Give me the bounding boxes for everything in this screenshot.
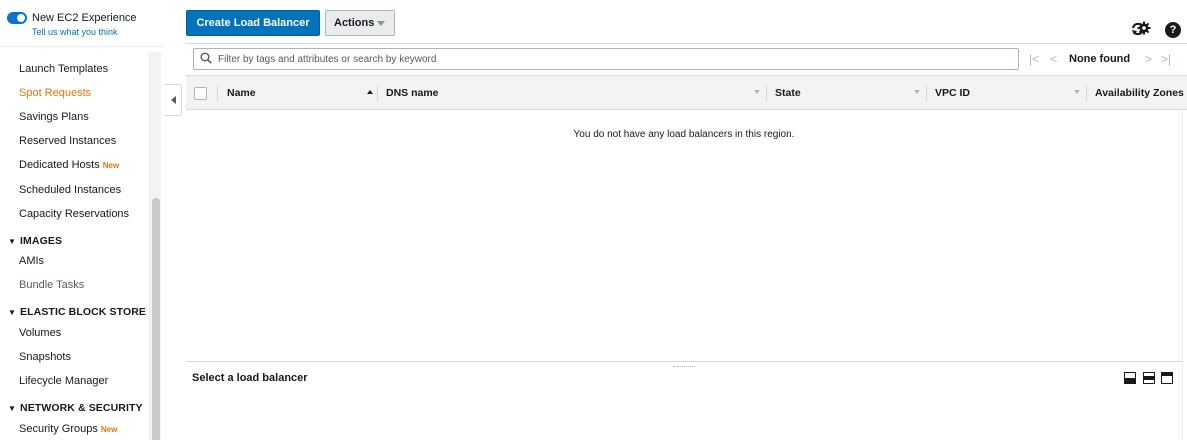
feedback-link[interactable]: Tell us what you think xyxy=(32,26,137,38)
empty-table-message: You do not have any load balancers in th… xyxy=(573,129,795,140)
new-badge: New xyxy=(100,425,118,434)
sidebar-item-capacity-reservations[interactable]: Capacity Reservations xyxy=(19,208,129,220)
actions-dropdown[interactable]: Actions xyxy=(325,10,395,36)
sidebar-item-scheduled-instances[interactable]: Scheduled Instances xyxy=(19,184,121,196)
section-images[interactable]: ▼ IMAGES xyxy=(8,235,62,247)
column-header-availability-zones[interactable]: Availability Zones xyxy=(1095,87,1184,99)
table-header: Name DNS name State VPC ID Availability … xyxy=(186,75,1187,110)
column-header-vpc-id[interactable]: VPC ID xyxy=(935,87,970,99)
sidebar-item-spot-requests[interactable]: Spot Requests xyxy=(19,87,91,99)
section-network-security[interactable]: ▼ NETWORK & SECURITY xyxy=(8,402,143,414)
sidebar-divider xyxy=(0,46,163,47)
sort-icon xyxy=(754,90,760,94)
new-experience-toggle-group: New EC2 Experience Tell us what you thin… xyxy=(7,12,137,38)
details-pane-title: Select a load balancer xyxy=(192,372,308,384)
help-icon[interactable]: ? xyxy=(1165,22,1181,38)
new-badge: New xyxy=(102,161,120,170)
resize-grip-icon[interactable] xyxy=(673,366,695,369)
sidebar-item-amis[interactable]: AMIs xyxy=(19,255,44,267)
layout-bottom-panel-icon[interactable] xyxy=(1124,372,1136,384)
sidebar-item-savings-plans[interactable]: Savings Plans xyxy=(19,111,89,123)
column-header-name[interactable]: Name xyxy=(227,87,256,99)
search-box[interactable] xyxy=(193,48,1019,70)
section-elastic-block-store[interactable]: ▼ ELASTIC BLOCK STORE xyxy=(8,306,146,318)
sidebar-scrollbar[interactable] xyxy=(149,52,161,440)
column-header-dns-name[interactable]: DNS name xyxy=(386,87,439,99)
new-experience-title: New EC2 Experience xyxy=(32,12,137,24)
column-header-state[interactable]: State xyxy=(775,87,801,99)
first-page-icon[interactable]: |< xyxy=(1029,52,1039,66)
sidebar-item-reserved-instances[interactable]: Reserved Instances xyxy=(19,135,116,147)
sidebar-item-label: Security Groups xyxy=(19,423,98,435)
sidebar-item-lifecycle-manager[interactable]: Lifecycle Manager xyxy=(19,375,108,387)
previous-page-icon[interactable]: < xyxy=(1050,52,1057,66)
actions-label: Actions xyxy=(334,17,375,29)
last-page-icon[interactable]: >| xyxy=(1161,52,1171,66)
triangle-down-icon: ▼ xyxy=(8,308,17,317)
sort-icon xyxy=(1074,90,1080,94)
sidebar-item-dedicated-hosts[interactable]: Dedicated Hosts New xyxy=(19,159,119,171)
sidebar-scroll-thumb[interactable] xyxy=(152,198,160,440)
select-all-checkbox[interactable] xyxy=(194,87,207,100)
triangle-down-icon: ▼ xyxy=(8,404,17,413)
search-icon xyxy=(200,52,212,64)
layout-maximize-panel-icon[interactable] xyxy=(1161,372,1173,384)
sidebar-item-bundle-tasks[interactable]: Bundle Tasks xyxy=(19,279,84,291)
table-right-border xyxy=(1182,110,1187,440)
next-page-icon[interactable]: > xyxy=(1145,52,1152,66)
create-load-balancer-button[interactable]: Create Load Balancer xyxy=(186,10,320,36)
chevron-down-icon xyxy=(377,21,385,26)
triangle-down-icon: ▼ xyxy=(8,237,17,246)
layout-split-panel-icon[interactable] xyxy=(1143,372,1155,384)
sidebar: New EC2 Experience Tell us what you thin… xyxy=(0,0,163,440)
sidebar-item-launch-templates[interactable]: Launch Templates xyxy=(19,63,108,75)
new-experience-toggle[interactable] xyxy=(7,12,27,24)
gear-icon[interactable] xyxy=(1136,21,1152,37)
sidebar-item-security-groups[interactable]: Security Groups New xyxy=(19,423,117,435)
sidebar-item-volumes[interactable]: Volumes xyxy=(19,327,61,339)
sidebar-item-label: Dedicated Hosts xyxy=(19,159,100,171)
sort-ascending-icon xyxy=(367,90,373,94)
search-input[interactable] xyxy=(218,49,1008,69)
collapse-sidebar-button[interactable] xyxy=(165,84,182,116)
toolbar-divider xyxy=(186,43,1187,44)
sort-icon xyxy=(914,90,920,94)
chevron-left-icon xyxy=(170,96,176,104)
pagination-status: None found xyxy=(1069,53,1131,65)
sidebar-item-snapshots[interactable]: Snapshots xyxy=(19,351,71,363)
details-splitter[interactable] xyxy=(186,361,1182,362)
